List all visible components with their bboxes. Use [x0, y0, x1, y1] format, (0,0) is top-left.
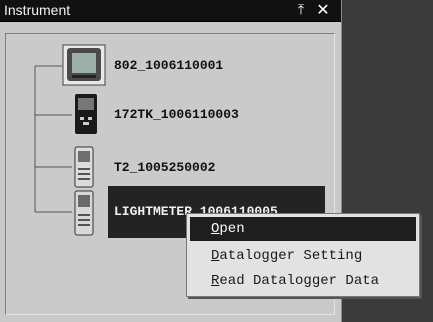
- menu-item-text: atalogger Setting: [219, 248, 363, 264]
- device-lightmeter-icon: [74, 190, 94, 236]
- pin-icon[interactable]: ⤒: [292, 0, 310, 20]
- tree-item-t2[interactable]: T2_1005250002: [0, 146, 341, 188]
- menu-item-open[interactable]: Open: [190, 217, 416, 241]
- tree-item-802[interactable]: 802_1006110001: [0, 44, 341, 86]
- device-t2-icon: [74, 146, 94, 188]
- panel-titlebar: Instrument ⤒ ✕: [0, 0, 341, 22]
- tree-item-label: T2_1005250002: [114, 160, 216, 175]
- close-icon[interactable]: ✕: [314, 0, 332, 20]
- tree-item-label: 172TK_1006110003: [114, 107, 239, 122]
- tree-item-172tk[interactable]: 172TK_1006110003: [0, 93, 341, 134]
- device-172tk-icon: [75, 94, 97, 134]
- tree-item-label: 802_1006110001: [114, 58, 224, 73]
- device-802-icon: [62, 44, 106, 86]
- panel-title: Instrument: [4, 2, 71, 18]
- menu-item-text: pen: [219, 221, 245, 237]
- menu-item-datalogger-setting[interactable]: Datalogger Setting: [190, 244, 416, 268]
- context-menu: Open Datalogger Setting Read Datalogger …: [186, 213, 420, 297]
- menu-item-read-datalogger-data[interactable]: Read Datalogger Data: [190, 269, 416, 293]
- menu-item-text: ead Datalogger Data: [219, 273, 380, 289]
